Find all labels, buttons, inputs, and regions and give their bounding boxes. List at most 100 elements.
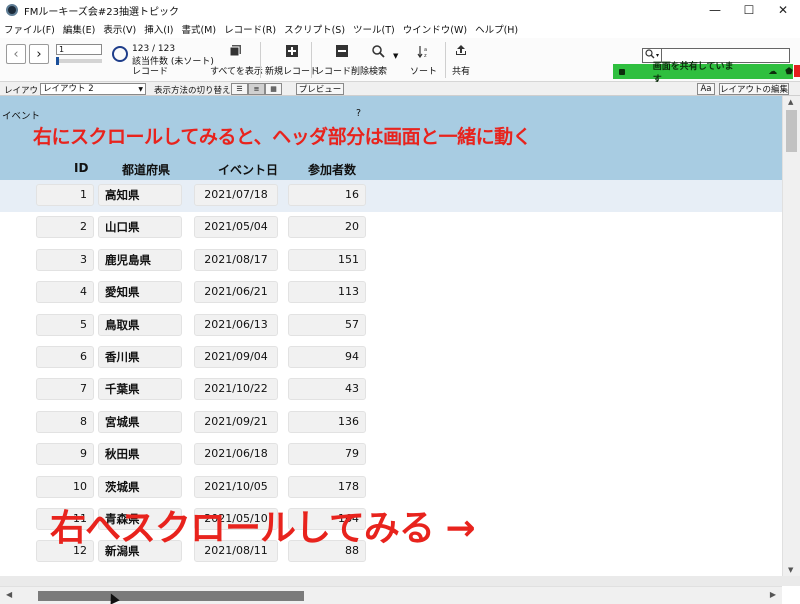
- close-button[interactable]: ✕: [766, 0, 800, 20]
- field-event-date[interactable]: 2021/06/13: [194, 313, 278, 336]
- scroll-up-icon[interactable]: ▲: [788, 98, 793, 106]
- field-event-date[interactable]: 2021/05/04: [194, 216, 278, 239]
- share-button[interactable]: 共有: [452, 42, 470, 80]
- menu-bar: ファイル(F) 編集(E) 表示(V) 挿入(I) 書式(M) レコード(R) …: [0, 20, 800, 38]
- table-row[interactable]: 3 鹿児島県 2021/08/17 151: [0, 245, 782, 277]
- field-event-date[interactable]: 2021/08/17: [194, 248, 278, 271]
- preview-button[interactable]: プレビュー: [296, 83, 344, 95]
- field-event-date[interactable]: 2021/10/22: [194, 378, 278, 401]
- maximize-button[interactable]: ☐: [732, 0, 766, 20]
- field-prefecture[interactable]: 茨城県: [98, 475, 182, 498]
- field-attendees[interactable]: 79: [288, 443, 366, 466]
- menu-view[interactable]: 表示(V): [103, 22, 136, 36]
- field-attendees[interactable]: 178: [288, 475, 366, 498]
- menu-tools[interactable]: ツール(T): [353, 22, 395, 36]
- field-event-date[interactable]: 2021/06/21: [194, 281, 278, 304]
- record-slider-handle[interactable]: [56, 57, 59, 65]
- layout-select[interactable]: レイアウト 2 ▼: [40, 83, 146, 95]
- edit-layout-button[interactable]: レイアウトの編集: [719, 83, 789, 95]
- form-view-button[interactable]: ☰: [231, 83, 248, 95]
- field-prefecture[interactable]: 山口県: [98, 216, 182, 239]
- field-attendees[interactable]: 57: [288, 313, 366, 336]
- table-row[interactable]: 7 千葉県 2021/10/22 43: [0, 374, 782, 406]
- scroll-right-icon[interactable]: ▶: [770, 590, 776, 599]
- header-title: イベント: [2, 111, 41, 122]
- show-all-button[interactable]: すべてを表示: [210, 42, 263, 80]
- field-attendees[interactable]: 136: [288, 410, 366, 433]
- field-id[interactable]: 1: [36, 184, 94, 206]
- annotation-top: 右にスクロールしてみると、ヘッダ部分は画面と一緒に動く: [33, 126, 532, 148]
- field-prefecture[interactable]: 鳥取県: [98, 313, 182, 336]
- menu-scripts[interactable]: スクリプト(S): [284, 22, 345, 36]
- previous-record-button[interactable]: ‹: [6, 44, 26, 64]
- table-row[interactable]: 6 香川県 2021/09/04 94: [0, 342, 782, 374]
- field-event-date[interactable]: 2021/09/04: [194, 346, 278, 368]
- scroll-down-icon[interactable]: ▼: [788, 566, 793, 574]
- field-event-date[interactable]: 2021/06/18: [194, 443, 278, 466]
- menu-format[interactable]: 書式(M): [181, 22, 216, 36]
- field-id[interactable]: 8: [36, 410, 94, 433]
- shield-icon[interactable]: ⬟: [785, 67, 793, 77]
- field-id[interactable]: 9: [36, 443, 94, 466]
- field-id[interactable]: 3: [36, 248, 94, 271]
- record-slider[interactable]: [56, 57, 102, 65]
- stop-sharing-tab[interactable]: [794, 65, 800, 77]
- field-attendees[interactable]: 113: [288, 281, 366, 304]
- table-row[interactable]: 1 高知県 2021/07/18 16: [0, 180, 782, 212]
- title-bar: FMルーキーズ会#23抽選トピック — ☐ ✕: [0, 0, 800, 20]
- share-upload-icon: [454, 44, 468, 58]
- horizontal-scroll-thumb[interactable]: [38, 591, 304, 601]
- scroll-left-icon[interactable]: ◀: [6, 590, 12, 599]
- field-prefecture[interactable]: 千葉県: [98, 378, 182, 401]
- menu-window[interactable]: ウインドウ(W): [403, 22, 467, 36]
- field-attendees[interactable]: 94: [288, 346, 366, 368]
- vertical-scrollbar[interactable]: ▲ ▼: [782, 96, 800, 576]
- field-attendees[interactable]: 16: [288, 184, 366, 206]
- field-prefecture[interactable]: 愛知県: [98, 281, 182, 304]
- find-button[interactable]: 検索: [369, 42, 387, 80]
- menu-insert[interactable]: 挿入(I): [144, 22, 173, 36]
- share-grip-icon[interactable]: [619, 68, 625, 75]
- table-row[interactable]: 2 山口県 2021/05/04 20: [0, 212, 782, 244]
- minimize-button[interactable]: —: [698, 0, 732, 20]
- find-dropdown-icon[interactable]: ▼: [393, 52, 398, 60]
- menu-help[interactable]: ヘルプ(H): [475, 22, 518, 36]
- field-id[interactable]: 7: [36, 378, 94, 401]
- cloud-icon[interactable]: ☁: [768, 67, 777, 77]
- field-id[interactable]: 4: [36, 281, 94, 304]
- table-row[interactable]: 8 宮城県 2021/09/21 136: [0, 407, 782, 439]
- field-event-date[interactable]: 2021/07/18: [194, 184, 278, 206]
- delete-record-label: レコード削除: [315, 67, 370, 77]
- list-view-button[interactable]: ≡: [248, 83, 265, 95]
- sort-button[interactable]: az ソート: [410, 42, 437, 80]
- table-row[interactable]: 5 鳥取県 2021/06/13 57: [0, 310, 782, 342]
- field-prefecture[interactable]: 鹿児島県: [98, 248, 182, 271]
- field-id[interactable]: 5: [36, 313, 94, 336]
- vertical-scroll-thumb[interactable]: [786, 110, 797, 152]
- share-label: 共有: [452, 67, 471, 77]
- found-set-pie-icon[interactable]: [112, 46, 128, 62]
- field-prefecture[interactable]: 秋田県: [98, 443, 182, 466]
- field-id[interactable]: 6: [36, 346, 94, 368]
- field-attendees[interactable]: 151: [288, 248, 366, 271]
- text-format-button[interactable]: Aa: [697, 83, 715, 95]
- field-event-date[interactable]: 2021/09/21: [194, 410, 278, 433]
- record-number-input[interactable]: 1: [56, 44, 102, 55]
- menu-file[interactable]: ファイル(F): [4, 22, 55, 36]
- field-attendees[interactable]: 20: [288, 216, 366, 239]
- field-id[interactable]: 2: [36, 216, 94, 239]
- delete-record-button[interactable]: レコード削除: [315, 42, 369, 80]
- field-event-date[interactable]: 2021/10/05: [194, 475, 278, 498]
- field-prefecture[interactable]: 香川県: [98, 346, 182, 368]
- next-record-button[interactable]: ›: [29, 44, 49, 64]
- field-prefecture[interactable]: 宮城県: [98, 410, 182, 433]
- table-row[interactable]: 4 愛知県 2021/06/21 113: [0, 277, 782, 309]
- field-prefecture[interactable]: 高知県: [98, 184, 182, 206]
- table-row[interactable]: 9 秋田県 2021/06/18 79: [0, 439, 782, 471]
- field-id[interactable]: 10: [36, 475, 94, 498]
- annotation-bottom: 右へスクロールしてみる →: [50, 508, 476, 549]
- menu-records[interactable]: レコード(R): [224, 22, 276, 36]
- table-view-button[interactable]: ▦: [265, 83, 282, 95]
- field-attendees[interactable]: 43: [288, 378, 366, 401]
- menu-edit[interactable]: 編集(E): [63, 22, 95, 36]
